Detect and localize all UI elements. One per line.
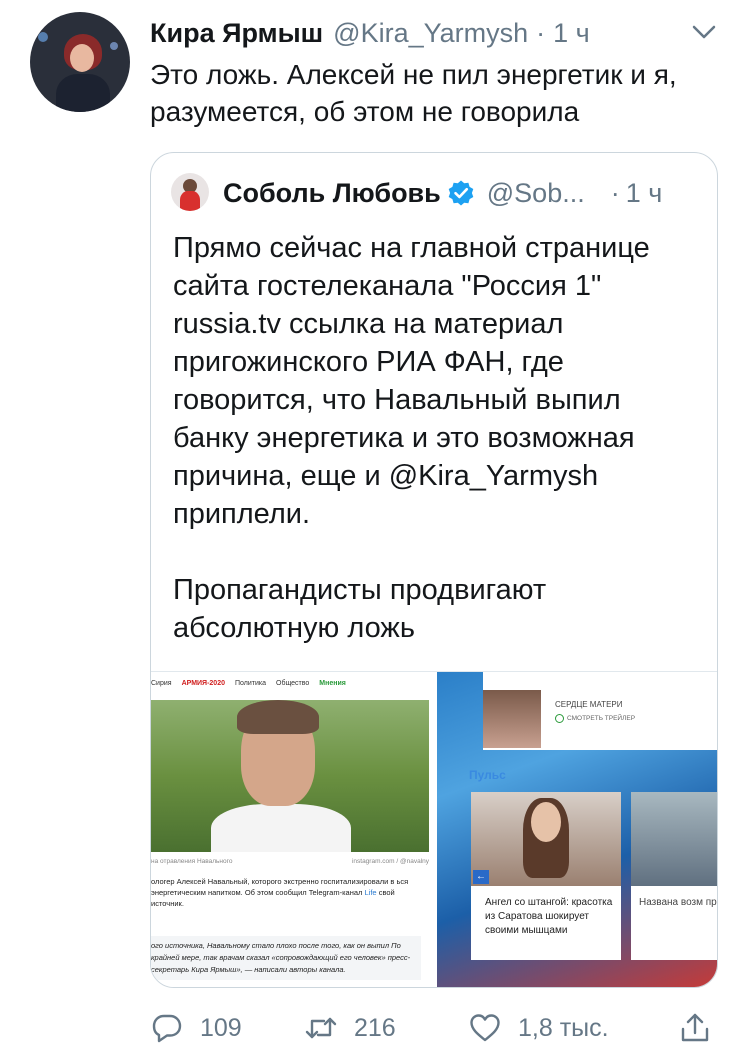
verified-badge-icon: [448, 180, 474, 206]
caption-right: instagram.com / @navalny: [351, 858, 429, 865]
news-card-title: Названа возм причина отрав Навального: [639, 897, 717, 908]
quoted-tweet-header: Соболь Любовь @Sob... · 1 ч: [223, 175, 662, 211]
tweet-header: Кира Ярмыш @Kira_Yarmysh · 1 ч: [150, 16, 590, 50]
caption-left: на отравления Навального: [151, 858, 233, 865]
news-card: Названа возм причина отрав Навального: [631, 792, 717, 960]
retweet-icon: [305, 1017, 337, 1039]
like-button[interactable]: 1,8 тыс.: [468, 1008, 609, 1048]
article-link: Life: [364, 888, 377, 897]
retweet-count: 216: [354, 1013, 396, 1042]
like-count: 1,8 тыс.: [518, 1013, 609, 1042]
quoted-tweet-time: 1 ч: [625, 177, 663, 208]
arrow-left-icon: ←: [473, 870, 489, 884]
media-image-right[interactable]: СЕРДЦЕ МАТЕРИ СМОТРЕТЬ ТРЕЙЛЕР Пульс ← А…: [437, 672, 717, 987]
quoted-paragraph-2: Пропагандисты продвигают абсолютную ложь: [173, 574, 547, 644]
reply-icon: [152, 1014, 182, 1043]
separator-dot: ·: [536, 17, 546, 48]
quoted-author-name: Соболь Любовь: [223, 177, 441, 208]
author-name[interactable]: Кира Ярмыш: [150, 18, 323, 49]
nav-item: АРМИЯ-2020: [181, 680, 225, 687]
promo-title: СЕРДЦЕ МАТЕРИ: [555, 700, 623, 709]
nav-item: Сирия: [151, 680, 172, 687]
share-button[interactable]: [678, 1008, 712, 1048]
nav-item: Общество: [276, 680, 310, 687]
article-quote: ого источника, Навальному стало плохо по…: [151, 936, 421, 980]
tweet-time[interactable]: 1 ч: [553, 18, 590, 49]
share-icon: [681, 1013, 709, 1042]
quoted-media[interactable]: Сирия АРМИЯ-2020 Политика Общество Мнени…: [151, 671, 717, 987]
author-handle[interactable]: @Kira_Yarmysh: [333, 18, 528, 49]
news-card: ← Ангел со штангой: красотка из Саратова…: [471, 792, 621, 960]
promo-action: СМОТРЕТЬ ТРЕЙЛЕР: [555, 714, 635, 723]
tweet-text: Это ложь. Алексей не пил энергетик и я, …: [150, 59, 677, 127]
nav-item: Политика: [235, 680, 266, 687]
quoted-paragraph-1: Прямо сейчас на главной странице сайта г…: [173, 232, 650, 530]
article-paragraph: ологер Алексей Навальный, которого экстр…: [151, 876, 421, 909]
heart-icon: [470, 1014, 500, 1042]
site-nav: Сирия АРМИЯ-2020 Политика Общество Мнени…: [151, 680, 346, 694]
photo-caption: на отравления Навального instagram.com /…: [151, 858, 429, 865]
section-title: Пульс: [469, 768, 506, 782]
nav-item: Мнения: [319, 680, 346, 687]
play-icon: [555, 714, 564, 723]
news-photo: [151, 700, 429, 852]
tweet-actions: 109 216 1,8 тыс.: [150, 1008, 720, 1048]
quoted-author-handle: @Sob...: [486, 177, 585, 208]
media-image-left[interactable]: Сирия АРМИЯ-2020 Политика Общество Мнени…: [151, 672, 435, 987]
quoted-author-avatar: [171, 173, 209, 211]
author-avatar[interactable]: [30, 12, 130, 112]
news-card-title: Ангел со штангой: красотка из Саратова ш…: [485, 897, 613, 936]
reply-button[interactable]: 109: [150, 1008, 242, 1048]
separator-dot: ·: [610, 177, 620, 208]
reply-count: 109: [200, 1013, 242, 1042]
quoted-tweet-text: Прямо сейчас на главной странице сайта г…: [173, 229, 703, 647]
promo-card: СЕРДЦЕ МАТЕРИ СМОТРЕТЬ ТРЕЙЛЕР: [483, 672, 717, 750]
retweet-button[interactable]: 216: [304, 1008, 396, 1048]
promo-action-label: СМОТРЕТЬ ТРЕЙЛЕР: [567, 715, 636, 722]
chevron-down-icon[interactable]: [690, 22, 718, 42]
quoted-tweet[interactable]: Соболь Любовь @Sob... · 1 ч Прямо сейчас…: [150, 152, 718, 988]
